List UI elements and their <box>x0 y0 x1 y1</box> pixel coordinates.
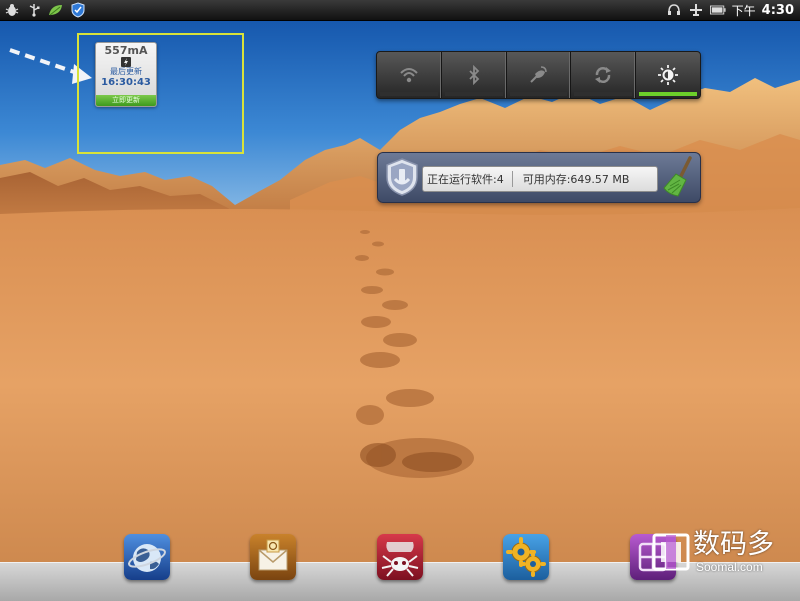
available-memory: 可用内存:649.57 MB <box>522 173 630 186</box>
gps-indicator <box>509 92 568 96</box>
shield-icon <box>70 2 86 18</box>
sync-indicator <box>574 92 633 96</box>
watermark-url: Soomal.com <box>696 560 763 574</box>
gps-icon <box>530 66 548 83</box>
bluetooth-icon <box>469 65 479 85</box>
wifi-indicator <box>380 92 438 96</box>
bluetooth-indicator <box>444 92 503 96</box>
wifi-toggle[interactable] <box>377 52 442 98</box>
dock-app-spider[interactable] <box>377 534 423 580</box>
last-update-label: 最后更新 <box>110 67 142 76</box>
task-info-panel[interactable]: 正在运行软件:4 可用内存:649.57 MB <box>422 166 658 192</box>
headset-icon <box>666 2 682 18</box>
last-update-time: 16:30:43 <box>101 77 151 88</box>
watermark-title: 数码多 <box>693 529 774 560</box>
wifi-icon <box>400 68 418 83</box>
spider-icon <box>377 534 423 580</box>
sync-toggle[interactable] <box>571 52 637 98</box>
status-bar: 下午 4:30 <box>0 0 800 21</box>
battery-monitor-widget[interactable]: 557mA 最后更新 16:30:43 立即更新 <box>95 42 157 107</box>
bug-icon <box>4 2 20 18</box>
dock-app-browser[interactable] <box>124 534 170 580</box>
usb-icon <box>26 2 42 18</box>
system-tray[interactable]: 下午 4:30 <box>666 0 800 20</box>
watermark-logo <box>652 533 690 571</box>
brightness-icon <box>658 65 679 85</box>
sync-icon <box>595 67 612 83</box>
battery-current: 557mA <box>104 44 148 57</box>
clock-time: 4:30 <box>761 2 794 18</box>
gps-toggle[interactable] <box>507 52 572 98</box>
dock-app-settings[interactable] <box>503 534 549 580</box>
brightness-indicator <box>639 92 697 96</box>
broom-icon[interactable] <box>660 156 698 198</box>
clock-period: 下午 <box>731 3 756 18</box>
site-watermark: 数码多 Soomal.com <box>652 530 800 580</box>
gears-icon <box>503 534 549 580</box>
airplane-icon <box>688 2 704 18</box>
task-manager-widget: 正在运行软件:4 可用内存:649.57 MB <box>377 152 701 203</box>
charging-bolt-icon <box>96 57 156 67</box>
battery-icon <box>709 2 726 18</box>
leaf-icon <box>48 2 64 18</box>
brightness-toggle[interactable] <box>636 52 700 98</box>
refresh-now-button[interactable]: 立即更新 <box>96 95 156 106</box>
power-control-widget <box>376 51 701 99</box>
dock-app-email[interactable] <box>250 534 296 580</box>
globe-icon <box>124 534 170 580</box>
notification-icons[interactable] <box>0 0 86 20</box>
bluetooth-toggle[interactable] <box>442 52 507 98</box>
running-apps-count: 正在运行软件:4 <box>427 173 504 186</box>
info-divider <box>511 171 513 187</box>
mail-icon <box>250 534 296 580</box>
shield-icon[interactable] <box>384 157 420 197</box>
